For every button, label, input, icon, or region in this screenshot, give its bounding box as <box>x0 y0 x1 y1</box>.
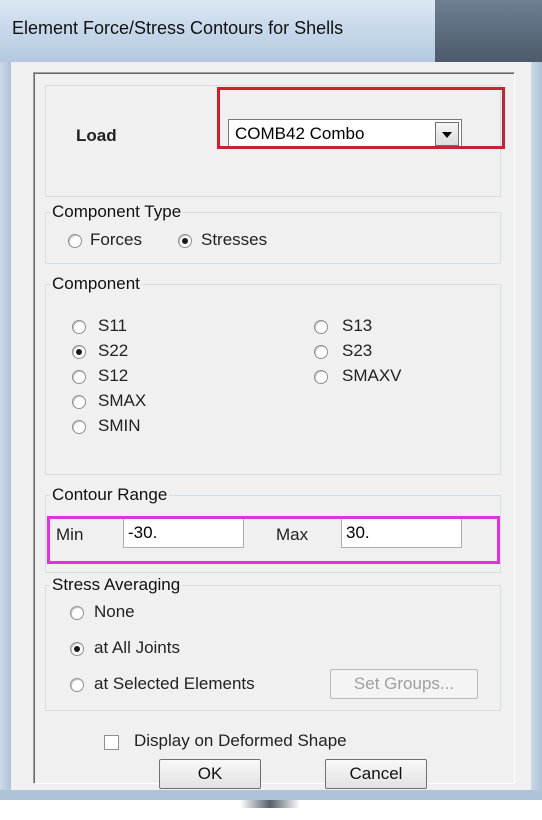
smin-label[interactable]: SMIN <box>98 416 141 436</box>
averaging-all-joints-radio[interactable] <box>70 642 84 656</box>
forces-radio[interactable] <box>68 234 82 248</box>
smin-radio[interactable] <box>72 420 86 434</box>
window-frame-right <box>531 62 542 800</box>
display-deformed-checkbox[interactable] <box>104 735 119 750</box>
cancel-button[interactable]: Cancel <box>325 759 427 789</box>
stresses-label[interactable]: Stresses <box>201 230 267 250</box>
window-frame-left <box>0 62 11 800</box>
forces-label[interactable]: Forces <box>90 230 142 250</box>
stresses-radio[interactable] <box>178 234 192 248</box>
ok-button[interactable]: OK <box>159 759 261 789</box>
smaxv-label[interactable]: SMAXV <box>342 366 402 386</box>
dialog-client-area: Load COMB42 Combo Component Type Forces … <box>11 62 531 790</box>
s11-radio[interactable] <box>72 320 86 334</box>
component-type-group: Component Type Forces Stresses <box>45 202 501 264</box>
display-deformed-label[interactable]: Display on Deformed Shape <box>134 731 347 751</box>
contour-range-highlight-box <box>47 516 500 564</box>
s13-label[interactable]: S13 <box>342 316 372 336</box>
stress-averaging-group: Stress Averaging None at All Joints at S… <box>45 575 501 711</box>
component-type-legend: Component Type <box>50 202 184 222</box>
load-highlight-box <box>217 87 505 149</box>
window-frame-bottom <box>0 790 542 800</box>
stress-averaging-legend: Stress Averaging <box>50 575 183 595</box>
averaging-all-joints-label[interactable]: at All Joints <box>94 638 180 658</box>
title-bar-background <box>435 0 542 62</box>
component-legend: Component <box>50 274 142 294</box>
s12-radio[interactable] <box>72 370 86 384</box>
s13-radio[interactable] <box>314 320 328 334</box>
background-shadow <box>240 800 300 808</box>
background-strip <box>0 800 542 820</box>
load-label: Load <box>76 126 117 145</box>
s23-label[interactable]: S23 <box>342 341 372 361</box>
component-group: Component S11 S22 S12 SMAX SMIN S13 S23 … <box>45 274 501 475</box>
contour-range-legend: Contour Range <box>50 485 170 505</box>
set-groups-button[interactable]: Set Groups... <box>330 669 478 699</box>
s12-label[interactable]: S12 <box>98 366 128 386</box>
averaging-none-label[interactable]: None <box>94 602 135 622</box>
averaging-selected-elements-radio[interactable] <box>70 678 84 692</box>
dialog-window: Element Force/Stress Contours for Shells… <box>0 0 542 800</box>
s22-radio[interactable] <box>72 345 86 359</box>
smax-label[interactable]: SMAX <box>98 391 146 411</box>
dialog-panel: Load COMB42 Combo Component Type Forces … <box>33 72 515 789</box>
s23-radio[interactable] <box>314 345 328 359</box>
averaging-selected-elements-label[interactable]: at Selected Elements <box>94 674 255 694</box>
averaging-none-radio[interactable] <box>70 606 84 620</box>
smax-radio[interactable] <box>72 395 86 409</box>
s11-label[interactable]: S11 <box>98 316 127 336</box>
smaxv-radio[interactable] <box>314 370 328 384</box>
window-title: Element Force/Stress Contours for Shells <box>12 18 344 38</box>
title-bar[interactable]: Element Force/Stress Contours for Shells <box>0 0 542 62</box>
s22-label[interactable]: S22 <box>98 341 128 361</box>
